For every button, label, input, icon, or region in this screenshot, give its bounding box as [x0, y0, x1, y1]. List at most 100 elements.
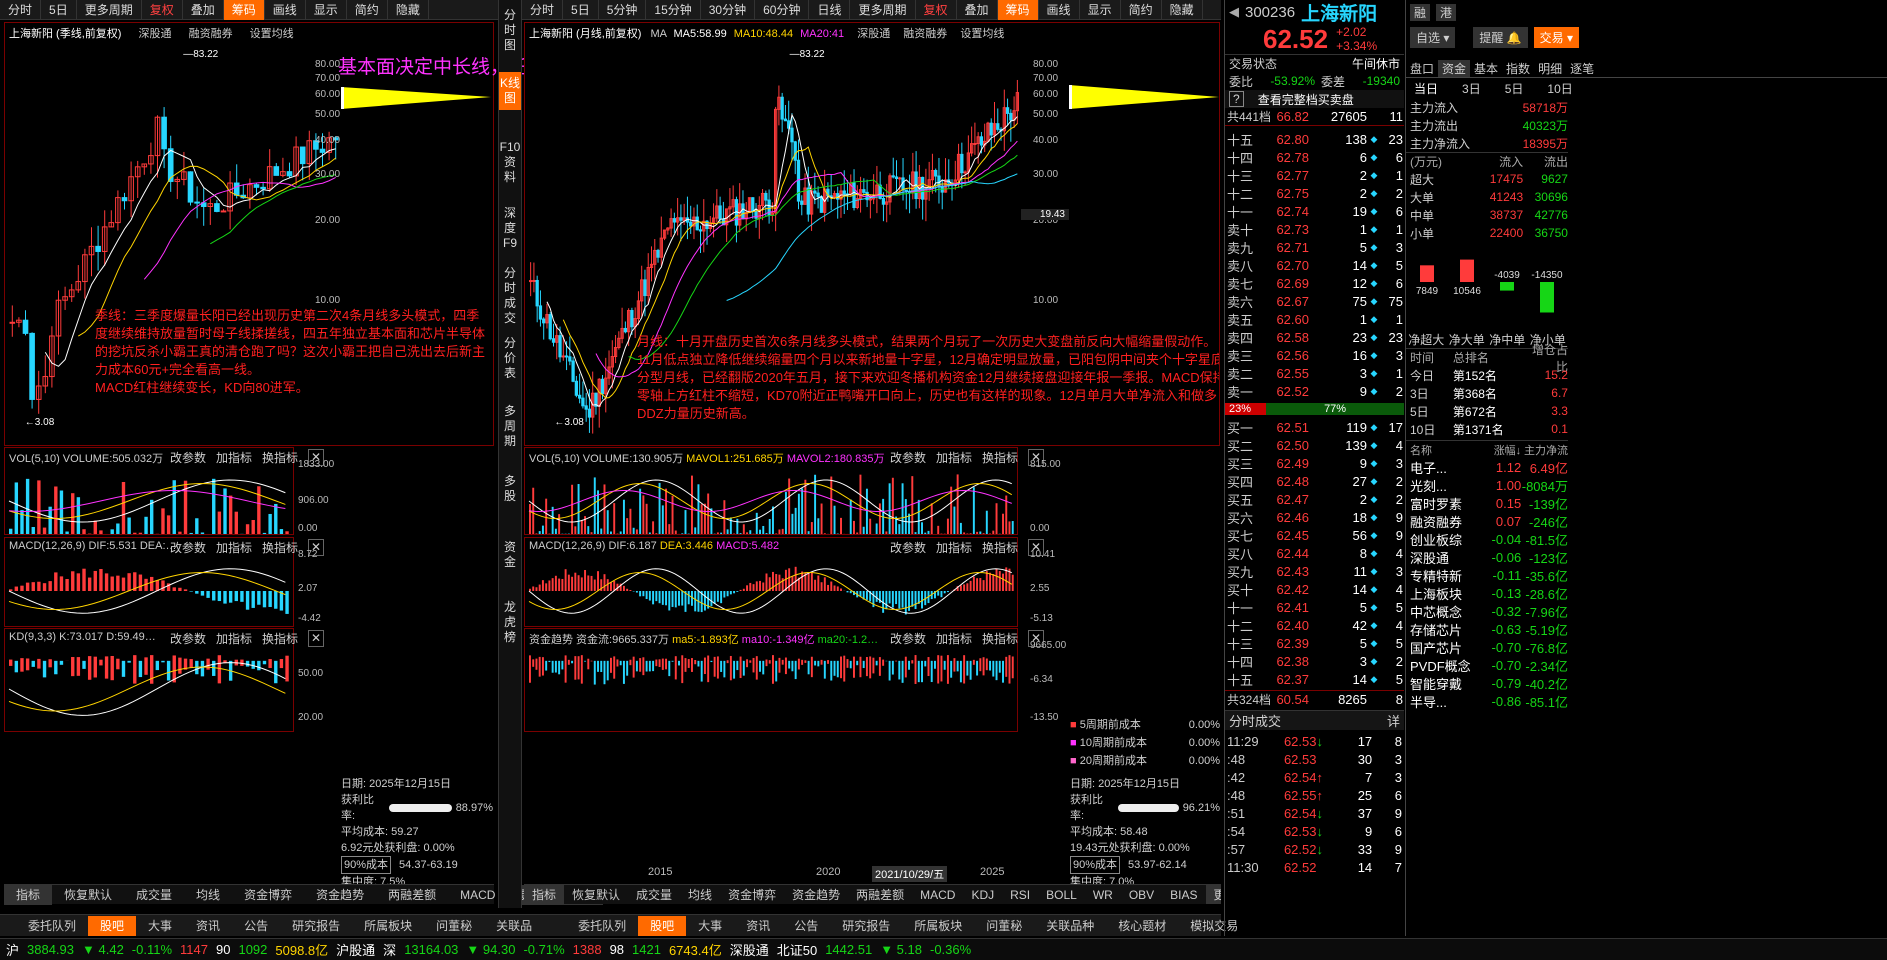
link-sgt[interactable]: 深股通	[857, 28, 890, 40]
sector-row[interactable]: 专精特新 -0.11 -35.6亿	[1410, 566, 1568, 584]
swap-indicator[interactable]: 换指标	[982, 630, 1018, 647]
tab-fund-trend[interactable]: 资金趋势	[304, 885, 376, 905]
vtab-f9[interactable]: 深度F9	[499, 206, 521, 251]
nav-ask-secretary-2[interactable]: 问董秘	[974, 916, 1034, 936]
prev-stock-icon[interactable]: ◀	[1229, 4, 1239, 20]
watchlist-button[interactable]: 自选 ▾	[1410, 26, 1456, 48]
book-row[interactable]: 卖六 62.67 75 ◆ 75	[1227, 292, 1404, 310]
tb-chips[interactable]: 筹码	[997, 0, 1039, 20]
view-full-book[interactable]: 查看完整档买卖盘	[1258, 91, 1354, 108]
book-row[interactable]: 买七 62.45 56 ◆ 9	[1227, 526, 1404, 544]
add-indicator[interactable]: 加指标	[936, 539, 972, 556]
nav-research[interactable]: 研究报告	[280, 916, 352, 936]
book-row[interactable]: 买十 62.42 14 ◆ 4	[1227, 580, 1404, 598]
left-kline-panel[interactable]: 上海新阳 (季线,前复权) 深股通 融资融券 设置均线 —83.22 ←3.08 …	[4, 22, 494, 446]
ftab-tick[interactable]: 逐笔	[1566, 60, 1598, 77]
tab-ma[interactable]: 均线	[680, 885, 720, 904]
tb-more-period[interactable]: 更多周期	[77, 0, 142, 20]
book-row[interactable]: 买五 62.47 2 ◆ 2	[1227, 490, 1404, 508]
book-row[interactable]: 卖一 62.52 9 ◆ 2	[1227, 382, 1404, 400]
tab-reset[interactable]: 恢复默认	[52, 885, 124, 905]
vtab-price-table[interactable]: 分价表	[499, 336, 521, 381]
tab-volume[interactable]: 成交量	[124, 885, 184, 905]
tab-more[interactable]: 更多	[1205, 885, 1221, 904]
tab-fund-trend[interactable]: 资金趋势	[784, 885, 848, 904]
swap-indicator[interactable]: 换指标	[262, 539, 298, 556]
tb-chips[interactable]: 筹码	[223, 0, 265, 20]
hgt-link[interactable]: 沪股通	[336, 940, 375, 959]
tb-overlay[interactable]: 叠加	[957, 0, 998, 20]
add-indicator[interactable]: 加指标	[936, 449, 972, 466]
ptab-10d[interactable]: 10日	[1547, 80, 1572, 97]
sz-index[interactable]: 13164.03	[404, 942, 458, 957]
sector-row[interactable]: 创业板综 -0.04 -81.5亿	[1410, 530, 1568, 548]
tab-macd[interactable]: MACD	[912, 885, 963, 904]
vtab-kline[interactable]: K线图	[499, 72, 521, 110]
sector-row[interactable]: 电子... 1.12 6.49亿	[1410, 458, 1568, 476]
book-row[interactable]: 买八 62.44 8 ◆ 4	[1227, 544, 1404, 562]
tb-display[interactable]: 显示	[1080, 0, 1121, 20]
add-indicator[interactable]: 加指标	[216, 539, 252, 556]
nav-events-2[interactable]: 大事	[686, 916, 734, 936]
tab-margin[interactable]: 两融差额	[376, 885, 448, 905]
book-row[interactable]: 买一 62.51 119 ◆ 17	[1227, 418, 1404, 436]
tab-margin[interactable]: 两融差额	[848, 885, 912, 904]
alert-button[interactable]: 提醒 🔔	[1473, 26, 1528, 48]
tb-simple[interactable]: 简约	[1121, 0, 1162, 20]
tb-fenshi[interactable]: 分时	[0, 0, 42, 20]
trade-button[interactable]: 交易 ▾	[1533, 26, 1580, 48]
nav-news[interactable]: 资讯	[184, 916, 232, 936]
sector-row[interactable]: 光刻... 1.00 -8084万	[1410, 476, 1568, 494]
book-row[interactable]: 卖五 62.60 1 ◆ 1	[1227, 310, 1404, 328]
sector-row[interactable]: 国产芯片 -0.70 -76.8亿	[1410, 638, 1568, 656]
book-row[interactable]: 卖四 62.58 23 ◆ 23	[1227, 328, 1404, 346]
vtab-f10[interactable]: F10资料	[499, 140, 521, 185]
ftab-pankou[interactable]: 盘口	[1406, 60, 1438, 77]
sector-row[interactable]: 智能穿戴 -0.79 -40.2亿	[1410, 674, 1568, 692]
sector-row[interactable]: 存储芯片 -0.63 -5.19亿	[1410, 620, 1568, 638]
ptab-3d[interactable]: 3日	[1462, 80, 1481, 97]
nav-ask-secretary[interactable]: 问董秘	[424, 916, 484, 936]
book-row[interactable]: 买二 62.50 139 ◆ 4	[1227, 436, 1404, 454]
tb-overlay[interactable]: 叠加	[183, 0, 224, 20]
tb-fuquan[interactable]: 复权	[142, 0, 183, 20]
edit-params[interactable]: 改参数	[170, 449, 206, 466]
link-margin[interactable]: 融资融券	[903, 28, 947, 40]
nav-queue-2[interactable]: 委托队列	[566, 916, 638, 936]
nav-notices-2[interactable]: 公告	[782, 916, 830, 936]
book-row[interactable]: 买九 62.43 11 ◆ 3	[1227, 562, 1404, 580]
margin-badge[interactable]: 融	[1410, 3, 1431, 21]
ftab-basic[interactable]: 基本	[1470, 60, 1502, 77]
book-row[interactable]: 卖八 62.70 14 ◆ 5	[1227, 256, 1404, 274]
tab-volume[interactable]: 成交量	[628, 885, 680, 904]
edit-params[interactable]: 改参数	[170, 630, 206, 647]
edit-params[interactable]: 改参数	[170, 539, 206, 556]
book-row[interactable]: 买六 62.46 18 ◆ 9	[1227, 508, 1404, 526]
tb-hide[interactable]: 隐藏	[1162, 0, 1203, 20]
link-sgt[interactable]: 深股通	[139, 28, 172, 40]
book-row[interactable]: 卖九 62.71 5 ◆ 3	[1227, 238, 1404, 256]
swap-indicator[interactable]: 换指标	[262, 449, 298, 466]
ftab-fund[interactable]: 资金	[1438, 60, 1471, 77]
book-row[interactable]: 十一 62.41 5 ◆ 5	[1227, 598, 1404, 616]
vtab-multi-stock[interactable]: 多股	[499, 474, 521, 504]
sector-row[interactable]: 富时罗素 0.15 -139亿	[1410, 494, 1568, 512]
ptab-today[interactable]: 当日	[1414, 80, 1438, 97]
link-margin[interactable]: 融资融券	[189, 28, 233, 40]
tb-5min[interactable]: 5分钟	[599, 0, 647, 20]
vtab-fund[interactable]: 资金	[499, 540, 521, 570]
book-row[interactable]: 十二 62.40 42 ◆ 4	[1227, 616, 1404, 634]
tb-15min[interactable]: 15分钟	[646, 0, 701, 20]
right-kline-panel[interactable]: 上海新阳 (月线,前复权) MA MA5:58.99 MA10:48.44 MA…	[524, 22, 1220, 446]
vtab-fenshi[interactable]: 分时图	[499, 8, 521, 53]
nav-news-2[interactable]: 资讯	[734, 916, 782, 936]
nav-events[interactable]: 大事	[136, 916, 184, 936]
ftab-detail[interactable]: 明细	[1534, 60, 1566, 77]
tb-fuquan[interactable]: 复权	[916, 0, 957, 20]
bz-index[interactable]: 1442.51	[825, 942, 872, 957]
nav-guba-2[interactable]: 股吧	[638, 915, 687, 936]
tb-more-period[interactable]: 更多周期	[850, 0, 916, 20]
tab-boll[interactable]: BOLL	[1038, 885, 1085, 904]
book-row[interactable]: 卖三 62.56 16 ◆ 3	[1227, 346, 1404, 364]
tb-daily[interactable]: 日线	[809, 0, 851, 20]
